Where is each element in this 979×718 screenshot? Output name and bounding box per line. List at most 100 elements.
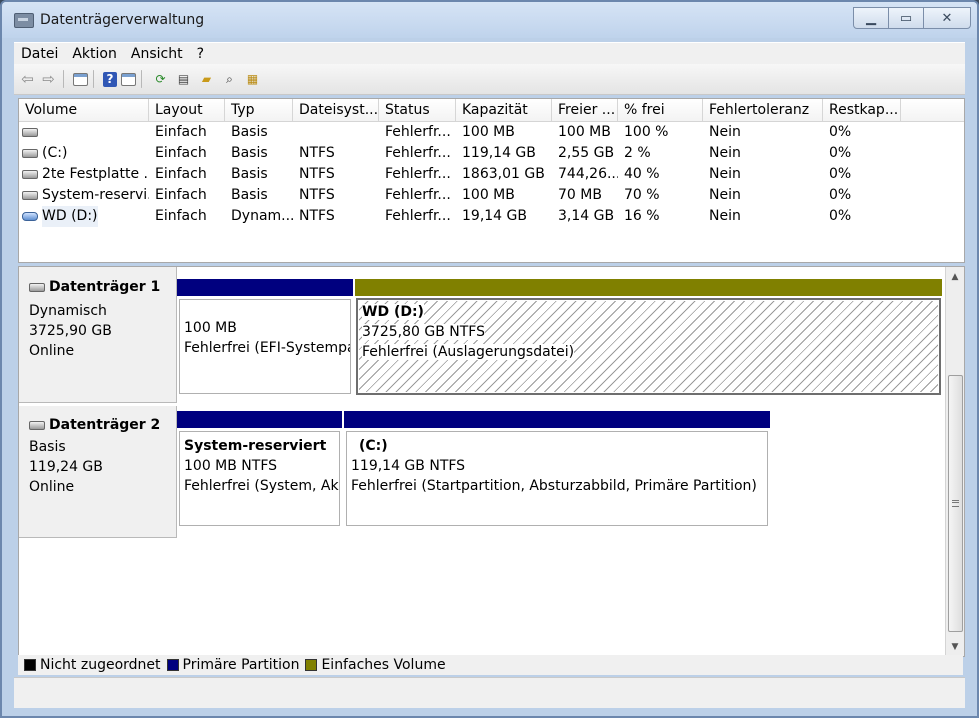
cell-fs: NTFS <box>299 145 335 161</box>
table-row[interactable]: (C:) Einfach Basis NTFS Fehlerfr... 119,… <box>19 143 964 164</box>
col-header-status[interactable]: Status <box>379 99 456 121</box>
partition-efi[interactable]: 100 MB Fehlerfrei (EFI-Systempartition) <box>177 279 353 397</box>
cell-freier: 744,26... <box>558 166 618 182</box>
partition-title: WD (D:) <box>362 304 424 320</box>
cell-typ: Basis <box>231 124 268 140</box>
grip-icon <box>952 500 959 507</box>
partition-bar <box>344 411 770 428</box>
minimize-button[interactable]: ▁ <box>853 7 889 29</box>
view-icon[interactable] <box>73 72 88 86</box>
menu-ansicht[interactable]: Ansicht <box>124 46 190 62</box>
legend-item: Nicht zugeordnet <box>24 657 161 673</box>
col-header-typ[interactable]: Typ <box>225 99 293 121</box>
cell-restkap: 0% <box>829 187 852 203</box>
disk-info-2[interactable]: Datenträger 2 Basis 119,24 GB Online <box>19 406 177 538</box>
cell-freier: 2,55 GB <box>558 145 615 161</box>
partition-system-reserved[interactable]: System-reserviert 100 MB NTFS Fehlerfrei… <box>177 411 342 529</box>
table-row[interactable]: Einfach Basis Fehlerfr... 100 MB 100 MB … <box>19 122 964 143</box>
disk-blue-icon <box>22 212 38 221</box>
disk-icon <box>22 128 38 137</box>
scroll-thumb[interactable] <box>948 375 963 632</box>
cell-kapazitaet: 19,14 GB <box>462 208 527 224</box>
back-arrow-icon[interactable]: ⇦ <box>18 70 37 89</box>
partition-wd-d[interactable]: WD (D:) 3725,80 GB NTFS Fehlerfrei (Ausl… <box>355 279 942 397</box>
disk-size: 3725,90 GB <box>29 323 112 339</box>
col-header-restkapazitaet[interactable]: Restkap... <box>823 99 901 121</box>
scroll-up-icon[interactable]: ▲ <box>946 268 964 285</box>
rescan-icon[interactable]: ▦ <box>243 70 262 89</box>
title-bar[interactable]: Datenträgerverwaltung ▁ ▭ ✕ <box>2 2 977 38</box>
disk-icon <box>22 149 38 158</box>
disk-icon <box>22 170 38 179</box>
volume-list[interactable]: Volume Layout Typ Dateisyst... Status Ka… <box>18 98 965 263</box>
menu-aktion[interactable]: Aktion <box>65 46 124 62</box>
disk-info-1[interactable]: Datenträger 1 Dynamisch 3725,90 GB Onlin… <box>19 267 177 403</box>
table-row[interactable]: System-reservi... Einfach Basis NTFS Feh… <box>19 185 964 206</box>
close-button[interactable]: ✕ <box>923 7 971 29</box>
toolbar-separator <box>93 70 94 88</box>
cell-typ: Basis <box>231 166 268 182</box>
properties-view-icon[interactable] <box>121 72 136 86</box>
disk-row: Datenträger 1 Dynamisch 3725,90 GB Onlin… <box>19 267 944 403</box>
col-header-fehlertoleranz[interactable]: Fehlertoleranz <box>703 99 823 121</box>
partition-bar <box>177 411 342 428</box>
menu-datei[interactable]: Datei <box>14 46 65 62</box>
disk-graphical-pane[interactable]: Datenträger 1 Dynamisch 3725,90 GB Onlin… <box>18 266 965 657</box>
cell-prozent: 2 % <box>624 145 651 161</box>
status-bar <box>14 677 965 708</box>
help-icon[interactable]: ? <box>103 71 117 87</box>
partition-body: WD (D:) 3725,80 GB NTFS Fehlerfrei (Ausl… <box>356 298 941 395</box>
window-controls: ▁ ▭ ✕ <box>853 7 971 29</box>
col-header-volume[interactable]: Volume <box>19 99 149 121</box>
cell-fehlertoleranz: Nein <box>709 124 741 140</box>
partition-status: Fehlerfrei (EFI-Systempartition) <box>184 340 350 356</box>
cell-layout: Einfach <box>155 124 207 140</box>
cell-fehlertoleranz: Nein <box>709 166 741 182</box>
cell-fehlertoleranz: Nein <box>709 145 741 161</box>
cell-prozent: 100 % <box>624 124 669 140</box>
col-header-freier[interactable]: Freier ... <box>552 99 618 121</box>
cell-status: Fehlerfr... <box>385 166 451 182</box>
refresh-icon[interactable]: ⟳ <box>151 70 170 89</box>
scroll-down-icon[interactable]: ▼ <box>946 638 964 655</box>
disk-type: Basis <box>29 439 66 455</box>
maximize-button[interactable]: ▭ <box>888 7 924 29</box>
partition-body: System-reserviert 100 MB NTFS Fehlerfrei… <box>179 431 340 526</box>
legend-swatch <box>166 659 179 671</box>
cell-typ: Basis <box>231 145 268 161</box>
cell-freier: 100 MB <box>558 124 611 140</box>
forward-arrow-icon[interactable]: ⇨ <box>39 70 58 89</box>
cell-kapazitaet: 119,14 GB <box>462 145 536 161</box>
volume-list-header: Volume Layout Typ Dateisyst... Status Ka… <box>19 99 964 122</box>
search-icon[interactable]: ⌕ <box>220 70 239 89</box>
properties-icon[interactable]: ▤ <box>174 70 193 89</box>
open-folder-icon[interactable]: ▰ <box>197 70 216 89</box>
table-row[interactable]: 2te Festplatte ... Einfach Basis NTFS Fe… <box>19 164 964 185</box>
partition-title: (C:) <box>359 438 388 454</box>
disk-name: Datenträger 2 <box>29 417 160 433</box>
col-header-prozent-frei[interactable]: % frei <box>618 99 703 121</box>
table-row[interactable]: WD (D:) Einfach Dynam... NTFS Fehlerfr..… <box>19 206 964 227</box>
col-header-kapazitaet[interactable]: Kapazität <box>456 99 552 121</box>
cell-restkap: 0% <box>829 124 852 140</box>
disk-row: Datenträger 2 Basis 119,24 GB Online Sys… <box>19 403 944 538</box>
cell-restkap: 0% <box>829 166 852 182</box>
vertical-scrollbar[interactable]: ▲ ▼ <box>945 267 964 656</box>
partition-c[interactable]: (C:) 119,14 GB NTFS Fehlerfrei (Startpar… <box>344 411 770 529</box>
cell-restkap: 0% <box>829 208 852 224</box>
legend-swatch <box>305 659 318 671</box>
partition-size: 100 MB <box>184 320 237 336</box>
cell-freier: 3,14 GB <box>558 208 615 224</box>
partition-body: (C:) 119,14 GB NTFS Fehlerfrei (Startpar… <box>346 431 768 526</box>
toolbar: ⇦ ⇨ ? ⟳ ▤ ▰ ⌕ ▦ <box>14 64 965 95</box>
cell-prozent: 40 % <box>624 166 660 182</box>
cell-status: Fehlerfr... <box>385 145 451 161</box>
cell-fehlertoleranz: Nein <box>709 208 741 224</box>
menu-help[interactable]: ? <box>190 46 211 62</box>
cell-fehlertoleranz: Nein <box>709 187 741 203</box>
cell-prozent: 16 % <box>624 208 660 224</box>
col-header-dateisystem[interactable]: Dateisyst... <box>293 99 379 121</box>
partition-size: 100 MB NTFS <box>184 458 278 474</box>
col-header-layout[interactable]: Layout <box>149 99 225 121</box>
cell-freier: 70 MB <box>558 187 602 203</box>
